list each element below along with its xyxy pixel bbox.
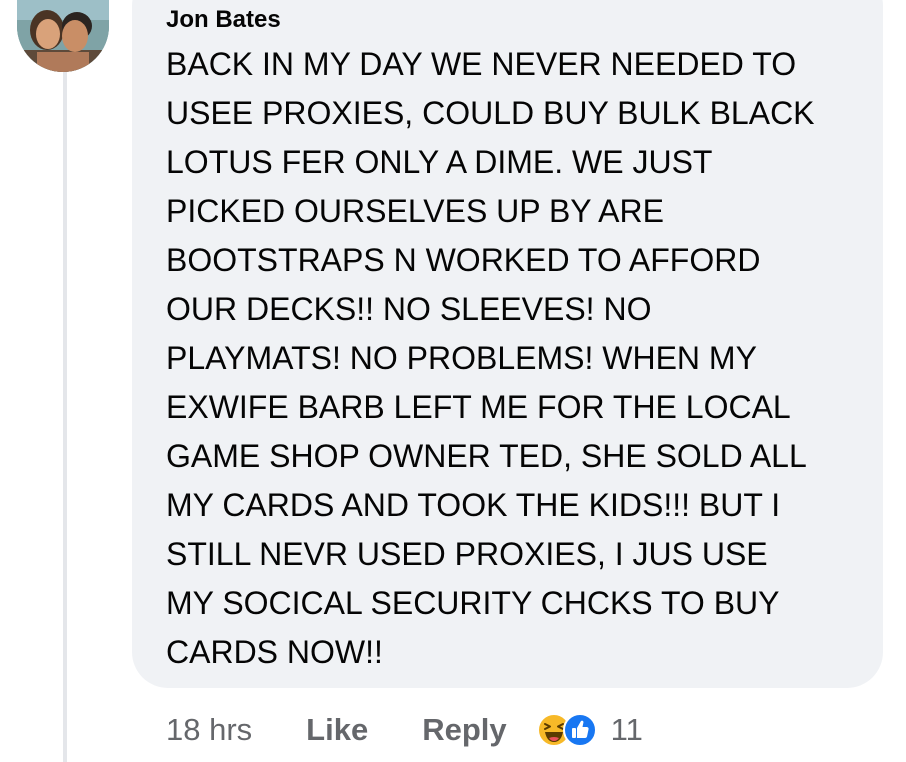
comment-line: MY CARDS AND TOOK THE KIDS!!! BUT I (166, 487, 781, 523)
comment-line: GAME SHOP OWNER TED, SHE SOLD ALL (166, 438, 807, 474)
comment-line: OUR DECKS!! NO SLEEVES! NO (166, 291, 652, 327)
comment-line: EXWIFE BARB LEFT ME FOR THE LOCAL (166, 389, 791, 425)
comment-line: BACK IN MY DAY WE NEVER NEEDED TO (166, 46, 797, 82)
avatar[interactable] (17, 0, 109, 72)
comment-line: BOOTSTRAPS N WORKED TO AFFORD (166, 242, 761, 278)
comment-author[interactable]: Jon Bates (166, 6, 281, 34)
reaction-summary[interactable]: 11 (536, 712, 643, 748)
comment-line: PLAYMATS! NO PROBLEMS! WHEN MY (166, 340, 757, 376)
comment-actions: 18 hrs Like Reply 11 (166, 710, 643, 750)
comment-line: STILL NEVR USED PROXIES, I JUS USE (166, 536, 768, 572)
like-button[interactable]: Like (306, 712, 368, 748)
thread-line (63, 72, 67, 762)
comment-line: PICKED OURSELVES UP BY ARE (166, 193, 664, 229)
like-reaction-icon (562, 713, 597, 747)
comment-line: MY SOCICAL SECURITY CHCKS TO BUY (166, 585, 780, 621)
comment-line: LOTUS FER ONLY A DIME. WE JUST (166, 144, 713, 180)
reply-button[interactable]: Reply (422, 712, 506, 748)
comment-timestamp[interactable]: 18 hrs (166, 712, 252, 748)
comment-line: USEE PROXIES, COULD BUY BULK BLACK (166, 95, 815, 131)
profile-photo-couple-icon (17, 0, 109, 72)
reaction-count: 11 (610, 712, 643, 747)
comment-text: BACK IN MY DAY WE NEVER NEEDED TO USEE P… (166, 40, 866, 677)
comment-line: CARDS NOW!! (166, 634, 383, 670)
